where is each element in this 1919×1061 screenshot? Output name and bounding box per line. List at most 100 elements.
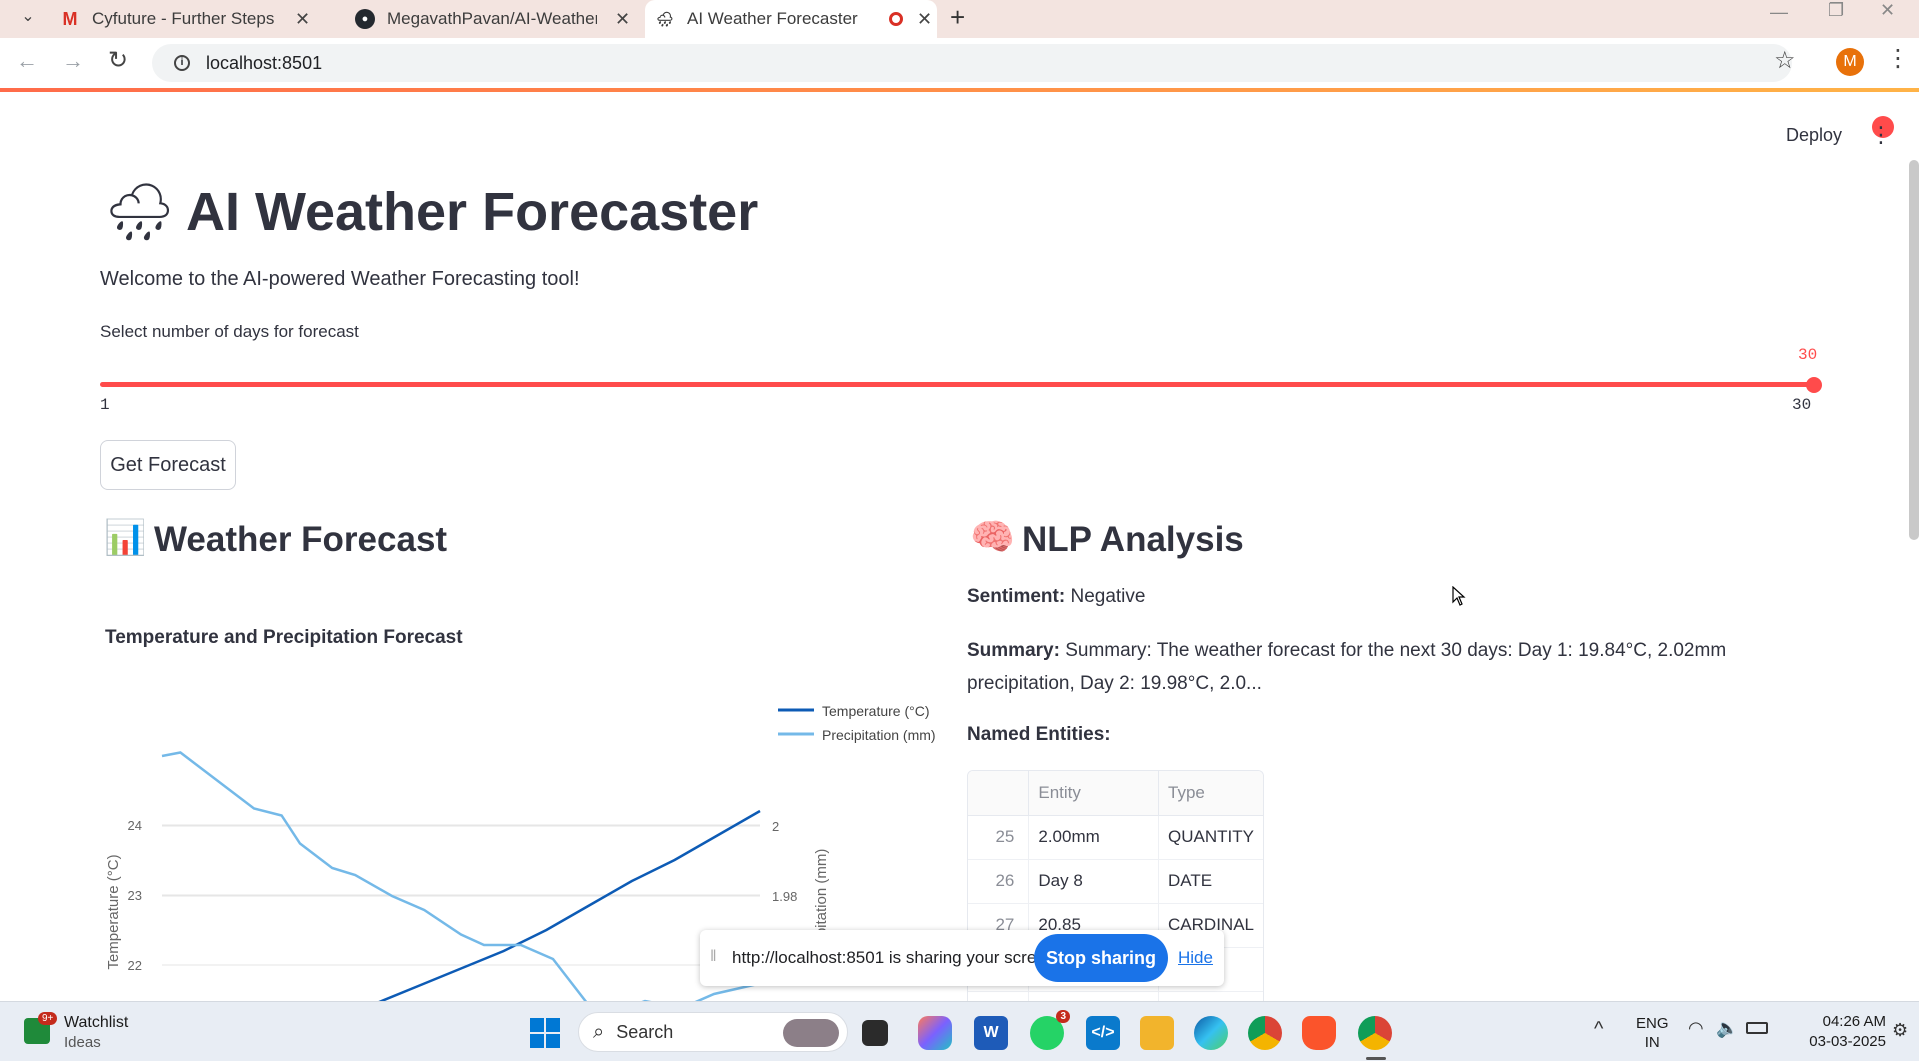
tray-chevron-icon[interactable]: ^ xyxy=(1594,1018,1603,1041)
close-tab-icon[interactable]: ✕ xyxy=(917,9,932,30)
url-text: localhost:8501 xyxy=(206,52,323,73)
copilot-icon[interactable] xyxy=(918,1016,952,1050)
forward-icon[interactable]: → xyxy=(62,48,84,74)
address-bar[interactable]: i localhost:8501 xyxy=(152,44,1792,82)
series-line-temperature[interactable] xyxy=(162,809,761,1002)
hippo-search-highlight-icon xyxy=(783,1019,839,1047)
close-window-icon[interactable]: ✕ xyxy=(1880,0,1895,21)
vscode-icon[interactable]: </> xyxy=(1086,1016,1120,1050)
y-tick-label: 22 xyxy=(128,958,142,973)
brave-icon[interactable] xyxy=(1302,1016,1336,1050)
streamlit-app: Deploy ⋮ 🌧 AI Weather Forecaster Welcome… xyxy=(0,92,1919,1002)
table-header-entity[interactable]: Entity xyxy=(1028,771,1160,815)
watchlist-title: Watchlist xyxy=(64,1014,129,1031)
page-scrollbar[interactable] xyxy=(1909,160,1919,540)
table-cell-type: QUANTITY xyxy=(1168,827,1254,846)
restore-icon[interactable]: ❐ xyxy=(1828,0,1844,21)
table-cell-index: 25 xyxy=(968,815,1030,859)
region-code: IN xyxy=(1644,1034,1660,1051)
table-row[interactable]: 29mmPERSON xyxy=(968,991,1263,1001)
whatsapp-badge: 3 xyxy=(1056,1010,1070,1023)
close-tab-icon[interactable]: ✕ xyxy=(615,9,630,30)
volume-icon[interactable]: 🔈 xyxy=(1716,1018,1738,1039)
file-explorer-icon[interactable] xyxy=(1140,1016,1174,1050)
minimize-icon[interactable]: — xyxy=(1770,2,1788,23)
whatsapp-icon[interactable]: 3 xyxy=(1030,1010,1070,1050)
word-icon[interactable]: W xyxy=(974,1016,1008,1050)
chrome-icon[interactable] xyxy=(1248,1016,1282,1050)
watchlist-widget[interactable]: 9+ Watchlist Ideas xyxy=(24,1012,164,1054)
chrome-profile-icon[interactable] xyxy=(1358,1016,1392,1050)
back-icon[interactable]: ← xyxy=(16,48,38,74)
table-header-type[interactable]: Type xyxy=(1159,771,1263,815)
drag-handle-icon[interactable]: ‖ xyxy=(710,948,717,966)
windows-taskbar: 9+ Watchlist Ideas ⌕ Search W 3 </> ^ EN… xyxy=(0,1001,1919,1061)
table-cell-entity: mm xyxy=(1028,991,1160,1001)
table-row[interactable]: 25 2.00mm QUANTITY xyxy=(968,815,1263,859)
y-tick-label: 23 xyxy=(128,888,142,903)
chart-icon: 📊 xyxy=(104,519,147,557)
days-slider[interactable] xyxy=(100,377,1822,393)
sentiment-value: Negative xyxy=(1070,586,1146,607)
new-tab-icon[interactable]: + xyxy=(950,2,965,33)
brain-icon: 🧠 xyxy=(970,516,1015,557)
summary-value: Summary: The weather forecast for the ne… xyxy=(967,640,1727,694)
slider-track xyxy=(100,382,1814,387)
mouse-cursor-icon xyxy=(1452,585,1466,611)
slider-min-label: 1 xyxy=(100,396,110,414)
wifi-icon[interactable]: ◠ xyxy=(1688,1018,1704,1039)
y-tick-label: 24 xyxy=(128,818,142,833)
browser-menu-icon[interactable]: ⋮ xyxy=(1886,44,1910,73)
task-view-icon[interactable] xyxy=(862,1020,888,1046)
slider-thumb[interactable] xyxy=(1806,377,1822,393)
browser-tab-gmail[interactable]: M Cyfuture - Further Steps - pavar ✕ xyxy=(60,0,330,38)
weather-forecast-heading: Weather Forecast xyxy=(154,520,448,559)
welcome-text: Welcome to the AI-powered Weather Foreca… xyxy=(100,268,580,290)
table-row[interactable]: 26 Day 8 DATE xyxy=(968,859,1263,903)
reload-icon[interactable]: ↻ xyxy=(108,46,128,75)
table-cell-index: 26 xyxy=(968,859,1030,903)
bookmark-star-icon[interactable]: ☆ xyxy=(1774,46,1796,75)
table-cell-type: DATE xyxy=(1168,871,1213,890)
y2-tick-label: 1.98 xyxy=(772,889,797,904)
close-tab-icon[interactable]: ✕ xyxy=(295,9,310,30)
hide-link[interactable]: Hide xyxy=(1178,948,1213,968)
page-title: AI Weather Forecaster xyxy=(186,182,759,242)
table-header-index xyxy=(968,771,1030,815)
battery-icon[interactable] xyxy=(1746,1022,1768,1034)
profile-initial: M xyxy=(1843,53,1857,70)
browser-tab-github[interactable]: ● MegavathPavan/AI-Weather-Fo ✕ xyxy=(355,0,635,38)
clock[interactable]: 04:26 AM 03-03-2025 xyxy=(1796,1012,1886,1052)
stop-sharing-button[interactable]: Stop sharing xyxy=(1034,934,1168,982)
tab-title: MegavathPavan/AI-Weather-Fo xyxy=(387,9,597,28)
legend-label: Precipitation (mm) xyxy=(822,727,936,743)
table-header-row: Entity Type xyxy=(968,771,1263,815)
app-menu-icon[interactable]: ⋮ xyxy=(1864,116,1894,147)
site-info-icon[interactable]: i xyxy=(174,55,190,71)
recording-icon xyxy=(889,12,903,26)
search-icon: ⌕ xyxy=(593,1020,605,1043)
sentiment-line: Sentiment: Negative xyxy=(967,586,1145,608)
windows-start-icon[interactable] xyxy=(530,1018,560,1048)
clock-time: 04:26 AM xyxy=(1822,1013,1886,1030)
notification-center-icon[interactable]: ⚙ xyxy=(1892,1020,1908,1041)
edge-icon[interactable] xyxy=(1194,1016,1228,1050)
notification-badge: 9+ xyxy=(38,1012,58,1025)
tab-search-icon[interactable]: ⌄ xyxy=(16,6,40,28)
sharing-text: http://localhost:8501 is sharing your sc… xyxy=(732,948,1060,967)
sentiment-label: Sentiment: xyxy=(967,586,1066,607)
watchlist-subtitle: Ideas xyxy=(64,1034,101,1051)
table-cell-entity: 2.00mm xyxy=(1028,815,1160,859)
slider-label: Select number of days for forecast xyxy=(100,322,359,341)
language-indicator[interactable]: ENG IN xyxy=(1636,1014,1669,1052)
taskbar-search-box[interactable]: ⌕ Search xyxy=(578,1012,848,1052)
clock-date: 03-03-2025 xyxy=(1809,1033,1886,1050)
deploy-button[interactable]: Deploy xyxy=(1786,125,1842,146)
chart-title: Temperature and Precipitation Forecast xyxy=(105,627,463,648)
browser-toolbar: ← → ↻ i localhost:8501 ☆ M ⋮ xyxy=(0,38,1919,88)
browser-tab-weather[interactable]: 🌧 AI Weather Forecaster ✕ xyxy=(645,0,937,38)
get-forecast-button[interactable]: Get Forecast xyxy=(100,440,236,490)
profile-avatar[interactable]: M xyxy=(1836,48,1864,76)
named-entities-label: Named Entities: xyxy=(967,724,1111,745)
github-icon: ● xyxy=(355,9,375,29)
